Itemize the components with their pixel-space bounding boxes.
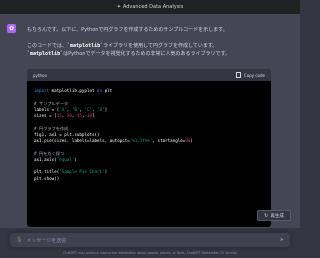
code-token: # サンプルデータ [34, 100, 69, 106]
code-token: 'D' [97, 106, 105, 112]
code-block-header: python Copy code [27, 69, 271, 81]
send-icon[interactable]: ➤ [280, 237, 284, 243]
code-token: plt [102, 88, 113, 93]
openai-logo-icon: ✿ [8, 25, 15, 32]
code-token: 'A' [59, 106, 67, 112]
code-token: fig1, ax1 = plt.subplots() [34, 131, 100, 137]
code-token: ) [190, 138, 193, 143]
paragraph-text: このコードでは、 [27, 43, 68, 49]
code-token: plt.title( [34, 169, 60, 175]
message-paragraph-2: このコードでは、`matplotlib`ライブラリを使用して円グラフを作成してい… [27, 42, 292, 58]
clipboard-icon [235, 72, 241, 78]
code-token: # 円グラフを作成 [34, 125, 69, 131]
code-token: 'Sample Pie Chart' [59, 169, 105, 175]
code-token: ] [92, 113, 95, 118]
microphone-icon[interactable]: 🎙 [16, 237, 22, 243]
message-input-placeholder: メッセージを送信 [26, 237, 67, 244]
code-language-label: python [33, 72, 47, 78]
code-token: '%1.1f%%' [129, 138, 153, 143]
message-input[interactable]: 🎙 メッセージを送信 ➤ [10, 233, 290, 247]
window-title: Advanced Data Analysis [122, 4, 184, 10]
paragraph-text: はPythonでデータを視覚化するための非常に人気のあるライブラリです。 [63, 51, 230, 57]
code-body: import matplotlib.pyplot as plt # サンプルデー… [27, 81, 271, 182]
code-token: matplotlib.pyplot [49, 88, 98, 93]
window-title-bar: ✦ Advanced Data Analysis [0, 0, 300, 14]
code-token: import [34, 88, 50, 93]
code-token: ] [104, 106, 108, 112]
copy-code-button[interactable]: Copy code [235, 72, 265, 78]
regenerate-label: 再生成 [270, 213, 284, 219]
code-token: ) [104, 169, 108, 175]
code-token: , startangle= [152, 138, 186, 143]
code-token: # 円を丸く保つ [34, 150, 65, 156]
code-token: ) [74, 156, 77, 162]
copy-code-label: Copy code [243, 72, 265, 78]
message-paragraph-1: もちろんです。以下に、Pythonで円グラフを作成するためのサンプルコードを示し… [27, 27, 228, 33]
code-token: 'C' [84, 106, 93, 112]
code-block: python Copy code import matplotlib.pyplo… [27, 69, 271, 227]
footer-disclaimer: ChatGPT may produce inaccurate informati… [63, 251, 237, 255]
code-token: ax1.axis( [34, 156, 57, 162]
refresh-icon: ↻ [264, 212, 269, 219]
inline-code: `matplotlib` [67, 43, 104, 49]
code-token: labels = [ [34, 106, 60, 112]
code-token: plt.show() [34, 175, 60, 181]
code-line: plt.show() [34, 176, 264, 182]
code-token: ax1.pie(sizes, labels=labels, autopct= [34, 138, 130, 143]
assistant-avatar: ✿ [7, 24, 16, 33]
sparkle-icon: ✦ [116, 4, 121, 10]
code-token: 'equal' [56, 156, 75, 162]
code-token: sizes = [ [34, 113, 57, 118]
regenerate-button[interactable]: ↻ 再生成 [257, 210, 291, 221]
inline-code: `matplotlib` [27, 51, 64, 57]
paragraph-text: ライブラリを使用して円グラフを作成しています。 [103, 43, 218, 49]
